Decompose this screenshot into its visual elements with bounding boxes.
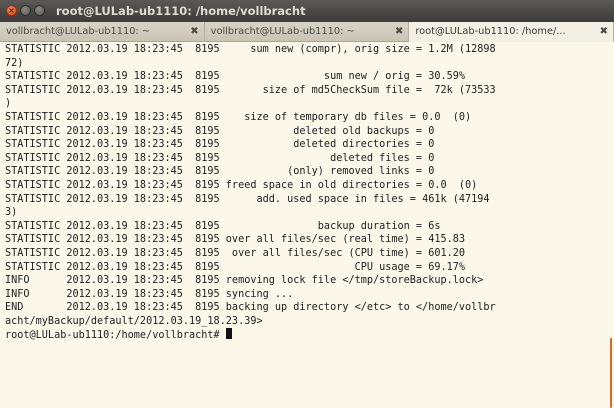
output-line: INFO 2012.03.19 18:23:45 8195 removing l…: [5, 275, 484, 287]
tab-close-icon[interactable]: ✖: [190, 22, 198, 41]
output-line: STATISTIC 2012.03.19 18:23:45 8195 delet…: [5, 139, 435, 151]
output-line: END 2012.03.19 18:23:45 8195 backing up …: [5, 302, 496, 314]
output-line: STATISTIC 2012.03.19 18:23:45 8195 over …: [5, 247, 466, 259]
text-cursor: [225, 328, 232, 340]
output-line: 3): [5, 207, 18, 219]
output-line: STATISTIC 2012.03.19 18:23:45 8195 add. …: [5, 193, 490, 205]
output-line: acht/myBackup/default/2012.03.19_18.23.3…: [5, 315, 263, 327]
tab-bar: vollbracht@LULab-ub1110: ~ ✖ vollbracht@…: [0, 22, 614, 42]
output-line: STATISTIC 2012.03.19 18:23:45 8195 size …: [5, 111, 472, 123]
maximize-icon[interactable]: [34, 5, 45, 16]
tab-close-icon[interactable]: ✖: [600, 22, 608, 41]
window-title: root@LULab-ub1110: /home/vollbracht: [56, 4, 306, 18]
tab-close-icon[interactable]: ✖: [395, 22, 403, 41]
output-line: INFO 2012.03.19 18:23:45 8195 syncing ..…: [5, 288, 294, 300]
tab-1[interactable]: vollbracht@LULab-ub1110: ~ ✖: [0, 22, 205, 42]
tab-2[interactable]: vollbracht@LULab-ub1110: ~ ✖: [205, 22, 410, 42]
tab-label: vollbracht@LULab-ub1110: ~: [6, 26, 151, 37]
scrollbar[interactable]: [606, 42, 614, 408]
output-line: STATISTIC 2012.03.19 18:23:45 8195 size …: [5, 84, 496, 96]
prompt-line[interactable]: root@LULab-ub1110:/home/vollbracht#: [5, 328, 606, 342]
output-line: STATISTIC 2012.03.19 18:23:45 8195 sum n…: [5, 44, 496, 55]
output-line: STATISTIC 2012.03.19 18:23:45 8195 backu…: [5, 220, 441, 232]
tab-label: root@LULab-ub1110: /home/...: [415, 26, 566, 37]
output-line: STATISTIC 2012.03.19 18:23:45 8195 sum n…: [5, 71, 466, 83]
output-line: ): [5, 98, 12, 110]
output-line: STATISTIC 2012.03.19 18:23:45 8195 (only…: [5, 166, 435, 178]
terminal-output[interactable]: STATISTIC 2012.03.19 18:23:45 8195 sum n…: [0, 42, 606, 408]
output-line: 72): [5, 57, 24, 69]
tab-label: vollbracht@LULab-ub1110: ~: [210, 26, 355, 37]
terminal-window: × root@LULab-ub1110: /home/vollbracht vo…: [0, 0, 614, 408]
minimize-icon[interactable]: [20, 5, 31, 16]
output-line: STATISTIC 2012.03.19 18:23:45 8195 delet…: [5, 152, 435, 164]
tab-3-active[interactable]: root@LULab-ub1110: /home/... ✖: [409, 22, 614, 42]
output-line: STATISTIC 2012.03.19 18:23:45 8195 CPU u…: [5, 261, 466, 273]
output-line: STATISTIC 2012.03.19 18:23:45 8195 freed…: [5, 179, 478, 191]
title-bar[interactable]: × root@LULab-ub1110: /home/vollbracht: [0, 0, 614, 22]
output-line: STATISTIC 2012.03.19 18:23:45 8195 over …: [5, 234, 466, 246]
shell-prompt: root@LULab-ub1110:/home/vollbracht#: [5, 330, 226, 342]
close-icon[interactable]: ×: [6, 5, 17, 16]
scroll-thumb[interactable]: [610, 338, 612, 408]
output-line: STATISTIC 2012.03.19 18:23:45 8195 delet…: [5, 125, 435, 137]
window-controls: ×: [6, 5, 45, 17]
